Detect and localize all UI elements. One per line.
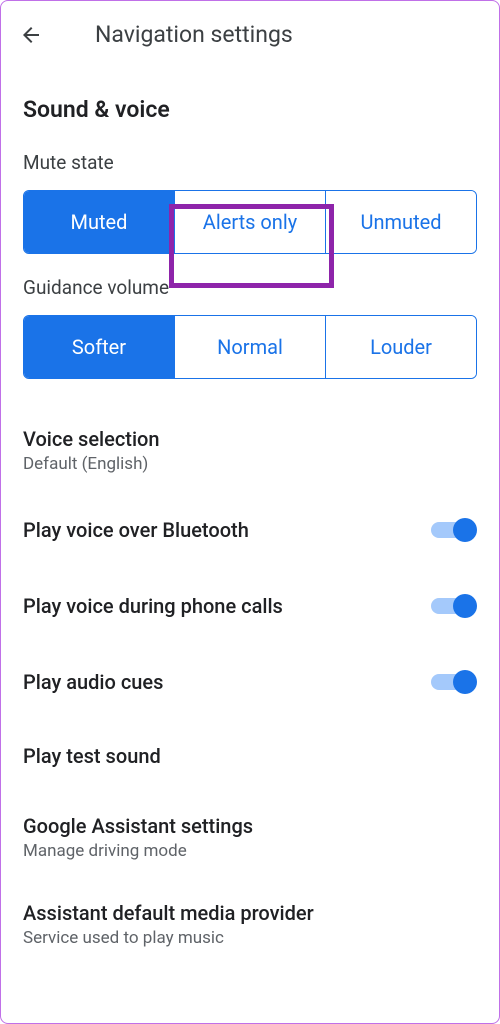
- settings-list: Voice selection Default (English) Play v…: [1, 409, 499, 966]
- switch-thumb: [453, 670, 477, 694]
- guidance-volume-louder[interactable]: Louder: [326, 316, 476, 378]
- assistant-settings-title: Google Assistant settings: [23, 814, 477, 838]
- switch-thumb: [453, 518, 477, 542]
- app-header: Navigation settings: [1, 1, 499, 68]
- assistant-settings-subtitle: Manage driving mode: [23, 841, 477, 861]
- switch-thumb: [453, 594, 477, 618]
- play-test-sound-row[interactable]: Play test sound: [1, 720, 499, 792]
- back-arrow-icon[interactable]: [19, 23, 43, 47]
- audio-cues-toggle-row[interactable]: Play audio cues: [1, 644, 499, 720]
- section-sound-voice: Sound & voice: [1, 92, 499, 133]
- play-test-sound-label: Play test sound: [23, 744, 477, 768]
- phone-calls-switch[interactable]: [431, 592, 477, 620]
- guidance-volume-normal[interactable]: Normal: [175, 316, 326, 378]
- phone-calls-toggle-row[interactable]: Play voice during phone calls: [1, 568, 499, 644]
- page-title: Navigation settings: [95, 21, 293, 48]
- media-provider-subtitle: Service used to play music: [23, 928, 477, 948]
- guidance-volume-softer[interactable]: Softer: [24, 316, 175, 378]
- mute-state-label: Mute state: [1, 133, 499, 182]
- assistant-settings-row[interactable]: Google Assistant settings Manage driving…: [1, 792, 499, 879]
- mute-state-muted[interactable]: Muted: [24, 191, 175, 253]
- audio-cues-toggle-label: Play audio cues: [23, 670, 163, 694]
- guidance-volume-label: Guidance volume: [1, 254, 499, 307]
- voice-selection-row[interactable]: Voice selection Default (English): [1, 409, 499, 492]
- media-provider-row[interactable]: Assistant default media provider Service…: [1, 879, 499, 966]
- phone-calls-toggle-label: Play voice during phone calls: [23, 594, 283, 618]
- voice-selection-subtitle: Default (English): [23, 454, 477, 474]
- media-provider-title: Assistant default media provider: [23, 901, 477, 925]
- bluetooth-switch[interactable]: [431, 516, 477, 544]
- mute-state-control: Muted Alerts only Unmuted: [23, 190, 477, 254]
- voice-selection-title: Voice selection: [23, 427, 477, 451]
- bluetooth-toggle-label: Play voice over Bluetooth: [23, 518, 249, 542]
- guidance-volume-control: Softer Normal Louder: [23, 315, 477, 379]
- mute-state-unmuted[interactable]: Unmuted: [326, 191, 476, 253]
- bluetooth-toggle-row[interactable]: Play voice over Bluetooth: [1, 492, 499, 568]
- mute-state-alerts-only[interactable]: Alerts only: [175, 191, 326, 253]
- audio-cues-switch[interactable]: [431, 668, 477, 696]
